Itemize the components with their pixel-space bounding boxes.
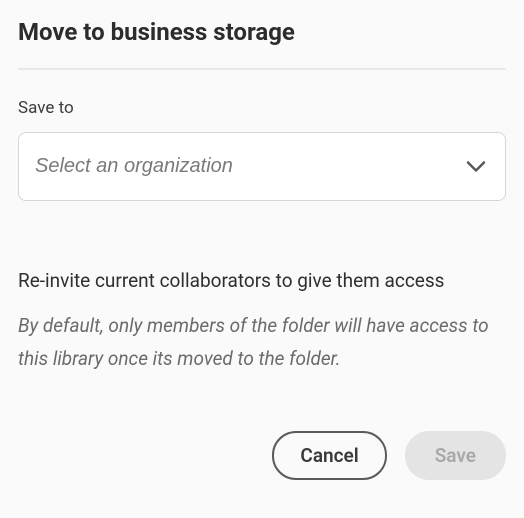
organization-select-placeholder: Select an organization xyxy=(35,155,233,178)
organization-select-wrapper: Select an organization xyxy=(18,132,506,201)
dialog-title: Move to business storage xyxy=(18,18,506,46)
divider xyxy=(18,68,506,70)
save-to-label: Save to xyxy=(18,98,506,118)
reinvite-description: By default, only members of the folder w… xyxy=(18,310,506,375)
organization-select[interactable]: Select an organization xyxy=(18,132,506,201)
button-row: Cancel Save xyxy=(18,431,506,480)
cancel-button[interactable]: Cancel xyxy=(272,431,386,480)
save-button[interactable]: Save xyxy=(405,431,506,480)
reinvite-heading: Re-invite current collaborators to give … xyxy=(18,269,506,292)
